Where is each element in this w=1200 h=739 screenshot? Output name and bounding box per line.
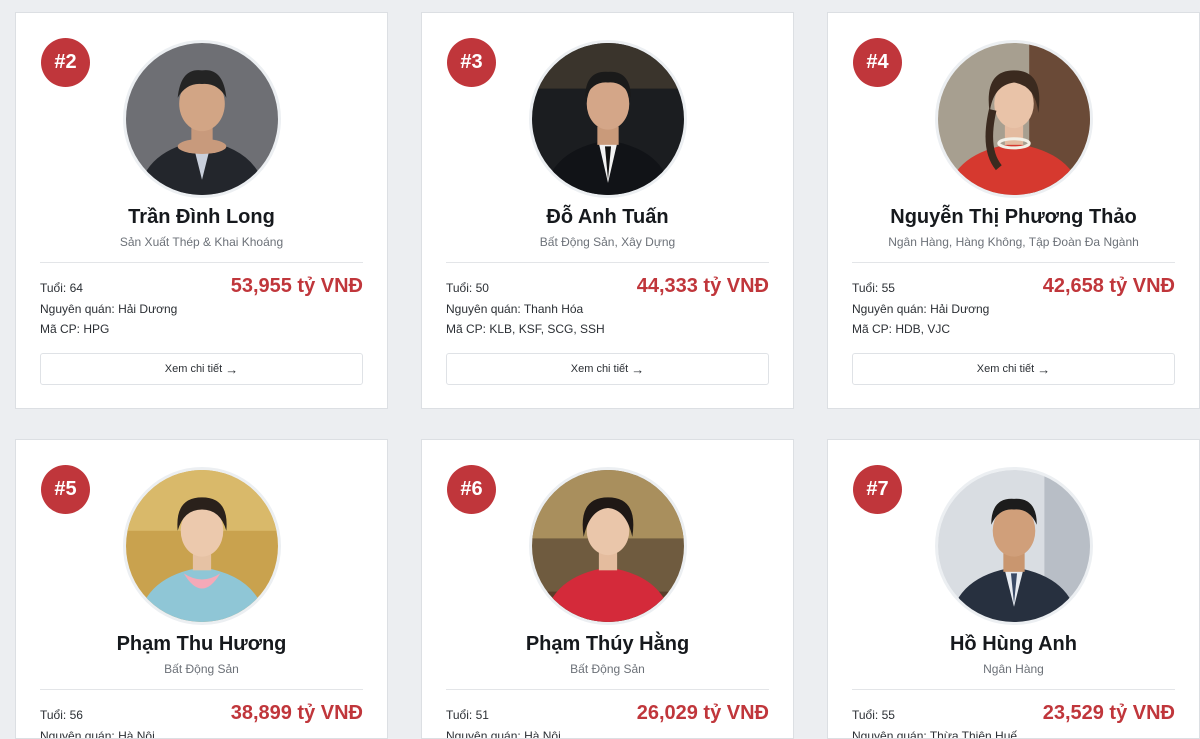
industry-label: Ngân Hàng, Hàng Không, Tập Đoàn Đa Ngành bbox=[888, 235, 1139, 249]
hometown-label: Nguyên quán: bbox=[40, 728, 119, 739]
net-worth: 53,955 tỷ VNĐ bbox=[230, 275, 363, 297]
arrow-right-icon: → bbox=[1037, 361, 1051, 377]
rank-badge: #5 bbox=[41, 465, 90, 514]
age-value: 64 bbox=[69, 281, 83, 295]
stock-label: Mã CP: bbox=[852, 322, 896, 336]
hometown-label: Nguyên quán: bbox=[852, 301, 931, 316]
billionaire-card: #3 Đỗ Anh Tuấn Bất Động Sản, Xây Dựng Tu… bbox=[421, 12, 794, 409]
age-value: 56 bbox=[69, 708, 83, 722]
hometown-value: Hà Nội bbox=[524, 728, 561, 739]
rank-badge: #6 bbox=[447, 465, 496, 514]
portrait-avatar bbox=[528, 467, 687, 625]
industry-label: Sản Xuất Thép & Khai Khoáng bbox=[119, 235, 284, 249]
portrait-image bbox=[937, 43, 1090, 195]
portrait-image bbox=[937, 470, 1090, 622]
info-block: Tuổi: 50 Nguyên quán: Thanh Hóa Mã CP: K… bbox=[446, 278, 605, 340]
age-label: Tuổi: bbox=[40, 281, 70, 295]
billionaire-card: #2 Trần Đình Long Sản Xuất Thép & Khai K… bbox=[15, 12, 388, 409]
view-detail-label: Xem chi tiết bbox=[164, 363, 223, 375]
rank-badge: #3 bbox=[447, 38, 496, 87]
hometown-value: Thừa Thiên Huế bbox=[929, 728, 1018, 739]
portrait-avatar bbox=[528, 40, 687, 198]
info-block: Tuổi: 55 Nguyên quán: Thừa Thiên Huế bbox=[852, 705, 1018, 739]
info-block: Tuổi: 55 Nguyên quán: Hải Dương Mã CP: H… bbox=[852, 278, 989, 340]
net-worth: 23,529 tỷ VNĐ bbox=[1042, 702, 1175, 724]
rank-badge: #7 bbox=[853, 465, 902, 514]
hometown-value: Thanh Hóa bbox=[523, 301, 584, 316]
portrait-image bbox=[531, 470, 684, 622]
view-detail-label: Xem chi tiết bbox=[976, 363, 1035, 375]
age-label: Tuổi: bbox=[446, 708, 476, 722]
view-detail-button[interactable]: Xem chi tiết → bbox=[446, 353, 769, 385]
view-detail-label: Xem chi tiết bbox=[570, 363, 629, 375]
industry-label: Bất Động Sản bbox=[164, 662, 239, 676]
age-value: 55 bbox=[881, 708, 895, 722]
portrait-image bbox=[125, 470, 278, 622]
view-detail-button[interactable]: Xem chi tiết → bbox=[852, 353, 1175, 385]
age-value: 50 bbox=[475, 281, 489, 295]
rank-badge: #4 bbox=[853, 38, 902, 87]
hometown-label: Nguyên quán: bbox=[446, 728, 525, 739]
divider bbox=[446, 262, 769, 263]
net-worth: 38,899 tỷ VNĐ bbox=[230, 702, 363, 724]
billionaire-card: #7 Hồ Hùng Anh Ngân Hàng Tuổi: 55 Nguyên… bbox=[827, 439, 1200, 739]
hometown-value: Hải Dương bbox=[118, 301, 178, 316]
arrow-right-icon: → bbox=[225, 361, 239, 377]
rank-badge: #2 bbox=[41, 38, 90, 87]
billionaire-card: #4 Nguyễn Thị Phương Thảo Ngân Hàng, Hàn… bbox=[827, 12, 1200, 409]
portrait-avatar bbox=[122, 40, 281, 198]
divider bbox=[40, 262, 363, 263]
person-name: Đỗ Anh Tuấn bbox=[546, 206, 669, 228]
arrow-right-icon: → bbox=[631, 361, 645, 377]
age-value: 55 bbox=[881, 281, 895, 295]
billionaire-card: #5 Phạm Thu Hương Bất Động Sản Tuổi: 56 … bbox=[15, 439, 388, 739]
person-name: Phạm Thu Hương bbox=[116, 633, 287, 655]
industry-label: Bất Động Sản bbox=[570, 662, 645, 676]
person-name: Trần Đình Long bbox=[128, 206, 275, 228]
stock-label: Mã CP: bbox=[446, 322, 490, 336]
stock-value: KLB, KSF, SCG, SSH bbox=[489, 322, 605, 336]
person-name: Nguyễn Thị Phương Thảo bbox=[890, 206, 1137, 228]
view-detail-button[interactable]: Xem chi tiết → bbox=[40, 353, 363, 385]
hometown-label: Nguyên quán: bbox=[40, 301, 119, 316]
industry-label: Ngân Hàng bbox=[983, 662, 1044, 676]
net-worth: 26,029 tỷ VNĐ bbox=[636, 702, 769, 724]
info-block: Tuổi: 56 Nguyên quán: Hà Nội bbox=[40, 705, 155, 739]
stock-label: Mã CP: bbox=[40, 322, 84, 336]
info-block: Tuổi: 64 Nguyên quán: Hải Dương Mã CP: H… bbox=[40, 278, 177, 340]
age-label: Tuổi: bbox=[40, 708, 70, 722]
hometown-label: Nguyên quán: bbox=[852, 728, 930, 739]
portrait-avatar bbox=[122, 467, 281, 625]
info-block: Tuổi: 51 Nguyên quán: Hà Nội bbox=[446, 705, 561, 739]
stock-value: HDB, VJC bbox=[895, 322, 951, 336]
hometown-value: Hải Dương bbox=[930, 301, 990, 316]
age-label: Tuổi: bbox=[852, 708, 882, 722]
divider bbox=[40, 689, 363, 690]
age-value: 51 bbox=[475, 708, 489, 722]
divider bbox=[852, 262, 1175, 263]
portrait-image bbox=[125, 43, 278, 195]
person-name: Hồ Hùng Anh bbox=[949, 633, 1077, 655]
age-label: Tuổi: bbox=[852, 281, 882, 295]
portrait-image bbox=[531, 43, 684, 195]
person-name: Phạm Thúy Hằng bbox=[525, 633, 690, 655]
hometown-value: Hà Nội bbox=[118, 728, 155, 739]
divider bbox=[446, 689, 769, 690]
billionaire-card: #6 Phạm Thúy Hằng Bất Động Sản Tuổi: 51 … bbox=[421, 439, 794, 739]
divider bbox=[852, 689, 1175, 690]
net-worth: 42,658 tỷ VNĐ bbox=[1042, 275, 1175, 297]
hometown-label: Nguyên quán: bbox=[446, 301, 524, 316]
age-label: Tuổi: bbox=[446, 281, 476, 295]
portrait-avatar bbox=[934, 40, 1093, 198]
industry-label: Bất Động Sản, Xây Dựng bbox=[539, 235, 676, 249]
net-worth: 44,333 tỷ VNĐ bbox=[636, 275, 769, 297]
stock-value: HPG bbox=[83, 322, 110, 336]
portrait-avatar bbox=[934, 467, 1093, 625]
